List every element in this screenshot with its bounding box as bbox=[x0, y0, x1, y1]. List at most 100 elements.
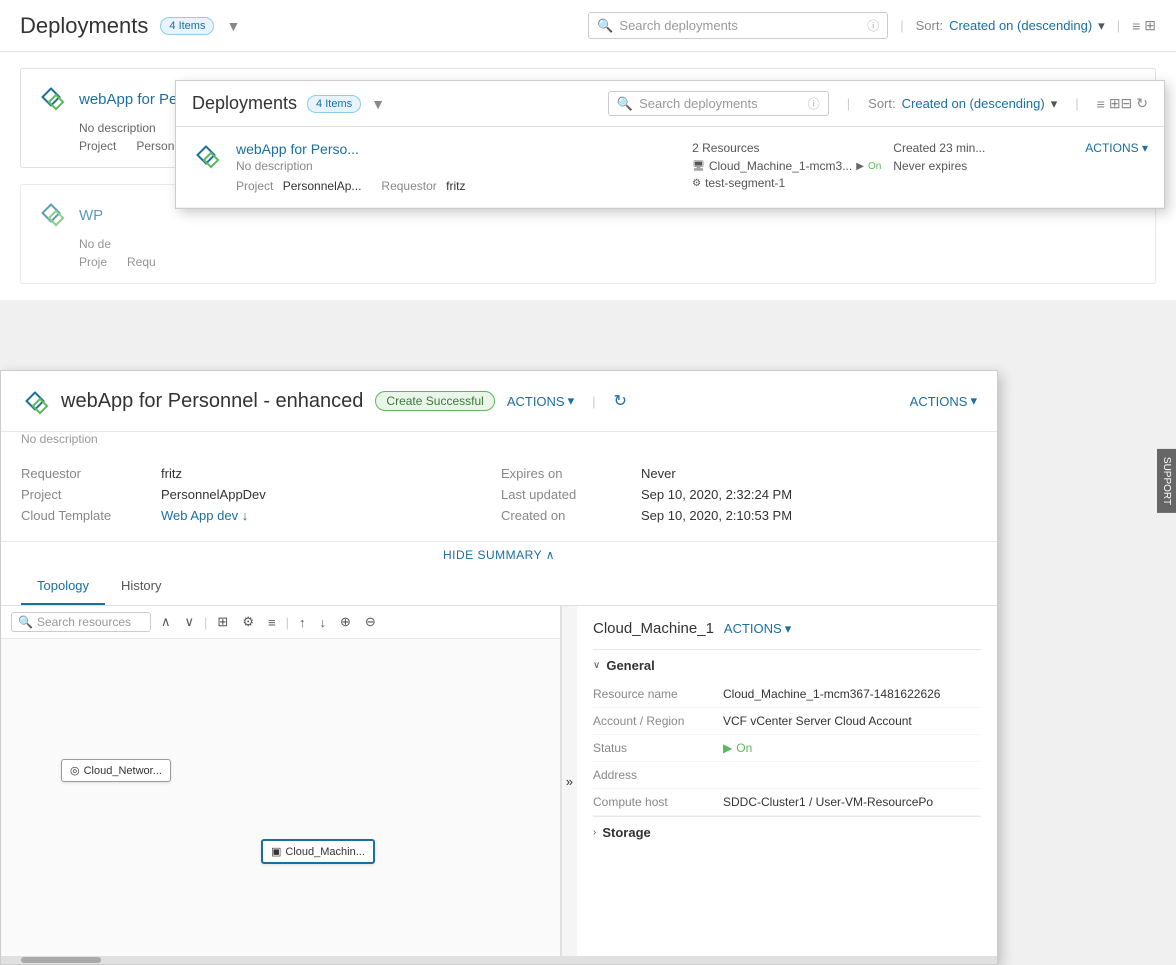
bg-sort-value[interactable]: Created on (descending) bbox=[949, 18, 1092, 33]
bg-search-placeholder: Search deployments bbox=[619, 18, 738, 33]
bg-items-badge: 4 Items bbox=[160, 17, 214, 35]
popup-created: Created 23 min... bbox=[893, 141, 1073, 155]
bg-card2-project: Proje bbox=[79, 255, 107, 269]
popup-card1-content: webApp for Perso... No description Proje… bbox=[236, 141, 680, 193]
popup-resources-count: 2 Resources bbox=[692, 141, 881, 155]
topo-zoom-in-icon[interactable]: ⊕ bbox=[336, 612, 355, 632]
popup-resource1-play-icon: ▶ bbox=[856, 161, 864, 172]
detail-header: webApp for Personnel - enhanced Create S… bbox=[1, 371, 997, 432]
expand-panel-button[interactable]: » bbox=[561, 606, 577, 956]
status-label: Status bbox=[593, 741, 723, 755]
bg-view-icons: ≡ ⊞ bbox=[1132, 17, 1156, 34]
network-node-icon: ◎ bbox=[70, 764, 80, 777]
popup-card1-dates: Created 23 min... Never expires bbox=[893, 141, 1073, 193]
bg-page-title: Deployments bbox=[20, 13, 148, 39]
topo-grid-icon[interactable]: ⊞ bbox=[213, 612, 232, 632]
detail-no-desc: No description bbox=[1, 432, 997, 454]
popup-search-bar[interactable]: 🔍 Search deployments ⓘ bbox=[608, 91, 829, 116]
popup-sort-value[interactable]: Created on (descending) bbox=[902, 96, 1045, 111]
tabs-bar: Topology History bbox=[1, 568, 997, 606]
general-chevron-icon: ∨ bbox=[593, 660, 600, 671]
detail-actions-chevron: ▾ bbox=[568, 393, 575, 409]
topo-zoom-out-icon[interactable]: ⊖ bbox=[361, 612, 380, 632]
popup-card1-resources: 2 Resources 🖥 Cloud_Machine_1-mcm3... ▶ … bbox=[692, 141, 881, 193]
detail-last-updated-row: Last updated Sep 10, 2020, 2:32:24 PM bbox=[501, 487, 977, 502]
resource-actions-chevron: ▾ bbox=[785, 621, 792, 637]
topo-sort-up-icon[interactable]: ∧ bbox=[157, 612, 175, 632]
popup-list-view-icon[interactable]: ≡ bbox=[1097, 96, 1105, 112]
topo-sort-down-icon[interactable]: ∨ bbox=[181, 612, 199, 632]
tab-topology[interactable]: Topology bbox=[21, 568, 105, 605]
support-tab[interactable]: SUPPORT bbox=[1157, 449, 1176, 513]
detail-badge: Create Successful bbox=[375, 391, 494, 411]
detail-title: webApp for Personnel - enhanced bbox=[61, 390, 363, 413]
popup-card-1: webApp for Perso... No description Proje… bbox=[176, 127, 1164, 208]
address-value bbox=[723, 768, 981, 782]
popup-card1-title[interactable]: webApp for Perso... bbox=[236, 141, 680, 157]
popup-card1-project-label: Project PersonnelAp... bbox=[236, 179, 361, 193]
scrollbar-thumb[interactable] bbox=[21, 957, 101, 963]
topo-search-text: Search resources bbox=[37, 615, 131, 629]
popup-resource2-icon: ⚙ bbox=[692, 178, 701, 189]
bg-card2-icon bbox=[37, 199, 69, 231]
bg-list-view-icon[interactable]: ≡ bbox=[1132, 18, 1140, 34]
bg-filter-icon[interactable]: ▼ bbox=[226, 18, 240, 34]
detail-right-actions-button[interactable]: ACTIONS ▾ bbox=[910, 393, 977, 409]
popup-refresh-icon[interactable]: ↻ bbox=[1136, 95, 1148, 112]
popup-grid-view-icon[interactable]: ⊞⊟ bbox=[1109, 95, 1132, 112]
tab-history[interactable]: History bbox=[105, 568, 177, 605]
popup-sort-label: Sort: bbox=[868, 96, 895, 111]
popup-deployments: Deployments 4 Items ▼ 🔍 Search deploymen… bbox=[175, 80, 1165, 209]
detail-refresh-button[interactable]: ↻ bbox=[614, 391, 627, 411]
resource-name-row: Resource name Cloud_Machine_1-mcm367-148… bbox=[593, 681, 981, 708]
bg-card1-no-desc: No description bbox=[79, 121, 156, 135]
popup-title: Deployments bbox=[192, 93, 297, 114]
topology-node-machine[interactable]: ▣ Cloud_Machin... bbox=[261, 839, 375, 864]
detail-right-actions: ACTIONS ▾ bbox=[910, 393, 977, 409]
popup-search-info-icon: ⓘ bbox=[808, 95, 820, 112]
popup-resource-1: 🖥 Cloud_Machine_1-mcm3... ▶ On bbox=[692, 159, 881, 173]
topology-node-network[interactable]: ◎ Cloud_Networ... bbox=[61, 759, 171, 782]
hide-summary-button[interactable]: HIDE SUMMARY ∧ bbox=[1, 542, 997, 568]
compute-host-row: Compute host SDDC-Cluster1 / User-VM-Res… bbox=[593, 789, 981, 816]
machine-node-icon: ▣ bbox=[271, 845, 281, 858]
detail-created-on-row: Created on Sep 10, 2020, 2:10:53 PM bbox=[501, 508, 977, 523]
popup-sort-chevron[interactable]: ▾ bbox=[1051, 96, 1058, 112]
popup-search-text: Search deployments bbox=[639, 96, 758, 111]
account-region-label: Account / Region bbox=[593, 714, 723, 728]
detail-cloud-template-value[interactable]: Web App dev ↓ bbox=[161, 508, 248, 523]
resource-actions-button[interactable]: ACTIONS ▾ bbox=[724, 621, 791, 637]
popup-sort-bar: Sort: Created on (descending) ▾ bbox=[868, 96, 1057, 112]
detail-actions-button[interactable]: ACTIONS ▾ bbox=[507, 393, 574, 409]
topology-search[interactable]: 🔍 Search resources bbox=[11, 612, 151, 632]
bg-card2-title[interactable]: WP bbox=[79, 207, 103, 224]
status-value: ▶ On bbox=[723, 741, 981, 755]
bg-grid-view-icon[interactable]: ⊞ bbox=[1144, 17, 1156, 34]
compute-host-value: SDDC-Cluster1 / User-VM-ResourcePo bbox=[723, 795, 981, 809]
resource-name-value: Cloud_Machine_1-mcm367-1481622626 bbox=[723, 687, 981, 701]
popup-actions-chevron: ▾ bbox=[1142, 141, 1148, 155]
topology-right-panel: Cloud_Machine_1 ACTIONS ▾ ∨ General Reso… bbox=[577, 606, 997, 956]
bg-sort-chevron[interactable]: ▾ bbox=[1098, 18, 1105, 34]
download-icon: ↓ bbox=[242, 508, 249, 523]
horizontal-scrollbar[interactable] bbox=[1, 956, 997, 964]
account-region-row: Account / Region VCF vCenter Server Clou… bbox=[593, 708, 981, 735]
general-section-header[interactable]: ∨ General bbox=[593, 649, 981, 681]
topo-network-icon[interactable]: ⚙ bbox=[238, 612, 258, 632]
address-row: Address bbox=[593, 762, 981, 789]
popup-filter-icon[interactable]: ▼ bbox=[371, 96, 385, 112]
popup-actions-button[interactable]: ACTIONS ▾ bbox=[1085, 141, 1148, 193]
bg-card2-meta: No de Proje Requ bbox=[79, 237, 1139, 269]
topo-download-icon[interactable]: ↓ bbox=[315, 613, 330, 632]
bg-search-bar[interactable]: 🔍 Search deployments ⓘ bbox=[588, 12, 888, 39]
popup-never-expires: Never expires bbox=[893, 159, 1073, 173]
detail-cloud-template-row: Cloud Template Web App dev ↓ bbox=[21, 508, 497, 523]
right-panel-header: Cloud_Machine_1 ACTIONS ▾ bbox=[593, 620, 981, 637]
topo-upload-icon[interactable]: ↑ bbox=[295, 613, 310, 632]
topo-search-icon: 🔍 bbox=[18, 615, 33, 629]
bg-card2-requestor: Requ bbox=[127, 255, 156, 269]
detail-project-row: Project PersonnelAppDev bbox=[21, 487, 497, 502]
popup-card1-requestor-label: Requestor fritz bbox=[381, 179, 465, 193]
topo-list-icon[interactable]: ≡ bbox=[264, 613, 280, 632]
storage-section-header[interactable]: › Storage bbox=[593, 816, 981, 848]
